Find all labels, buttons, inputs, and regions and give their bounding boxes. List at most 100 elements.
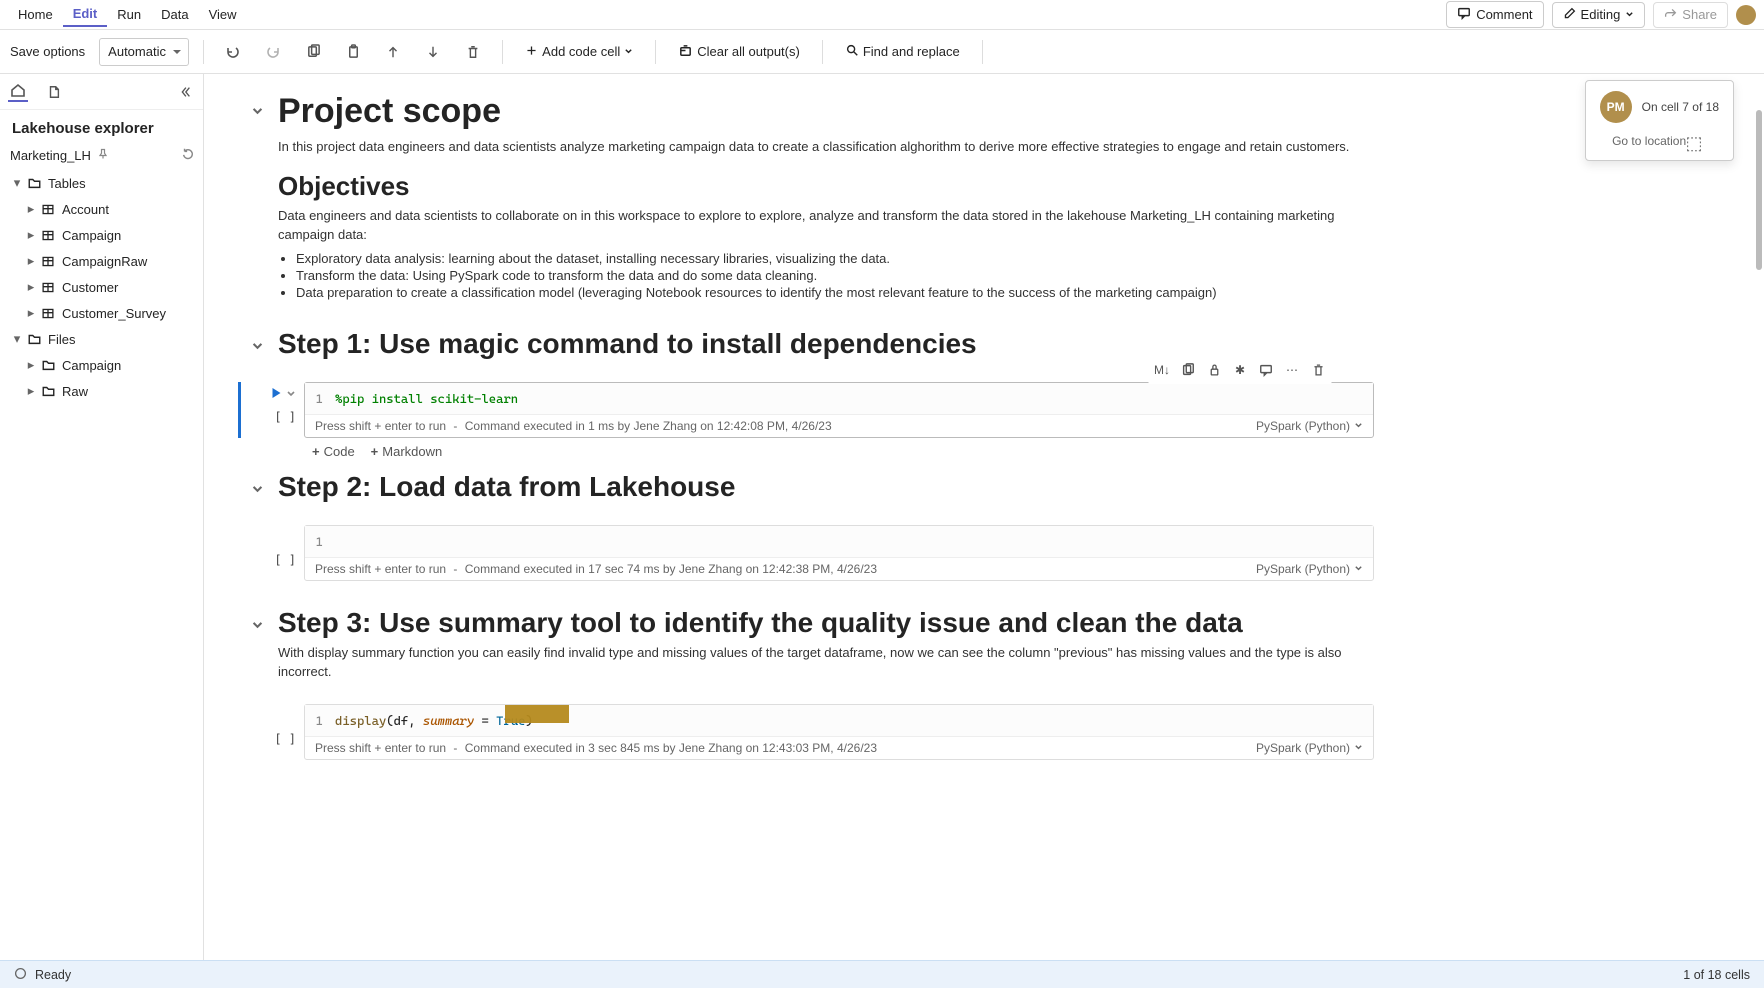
cell-hint: Press shift + enter to run	[315, 419, 446, 433]
lakehouse-tab-icon[interactable]	[8, 82, 28, 102]
go-to-location-link[interactable]: Go to location ⬚	[1612, 129, 1706, 150]
menu-home[interactable]: Home	[8, 3, 63, 26]
pin-icon[interactable]	[97, 148, 109, 163]
cell-copy-button[interactable]	[1176, 358, 1200, 382]
line-number: 1	[315, 391, 335, 406]
cell-language-label: PySpark (Python)	[1256, 419, 1350, 433]
collaborator-avatar[interactable]: PM	[1600, 91, 1632, 123]
code-text[interactable]: %pip install scikit-learn	[335, 391, 518, 406]
list-item: Transform the data: Using PySpark code t…	[296, 268, 1374, 283]
paste-button[interactable]	[338, 37, 368, 67]
list: Exploratory data analysis: learning abou…	[296, 251, 1374, 300]
comment-button[interactable]: Comment	[1446, 1, 1543, 28]
heading: Step 3: Use summary tool to identify the…	[278, 607, 1374, 639]
table-name: Customer_Survey	[62, 306, 166, 321]
cell-snowflake-button[interactable]: ✱	[1228, 358, 1252, 382]
tree-node-table[interactable]: ▸ Campaign	[0, 222, 203, 248]
pencil-icon	[1563, 7, 1576, 23]
table-icon	[40, 305, 56, 321]
menu-edit[interactable]: Edit	[63, 2, 108, 27]
table-icon	[40, 201, 56, 217]
code-text[interactable]: display(df, summary = True)	[335, 713, 533, 728]
list-item: Exploratory data analysis: learning abou…	[296, 251, 1374, 266]
delete-button[interactable]	[458, 37, 488, 67]
notebook-scroll[interactable]: PM On cell 7 of 18 Go to location ⬚ Proj…	[204, 74, 1764, 960]
cell-language-dropdown[interactable]: PySpark (Python)	[1256, 741, 1363, 755]
sidebar: Lakehouse explorer Marketing_LH ▾ Tables…	[0, 74, 204, 960]
clear-outputs-button[interactable]: Clear all output(s)	[670, 39, 808, 65]
copy-button[interactable]	[298, 37, 328, 67]
cell-exec-info: Command executed in 1 ms by Jene Zhang o…	[465, 419, 832, 433]
code-body[interactable]: 1 display(df, summary = True) Press shif…	[304, 704, 1374, 760]
cell-comment-button[interactable]	[1254, 358, 1278, 382]
file-tab-icon[interactable]	[44, 82, 64, 102]
table-icon	[40, 279, 56, 295]
cell-language-dropdown[interactable]: PySpark (Python)	[1256, 562, 1363, 576]
plus-icon	[525, 44, 538, 60]
lakehouse-name-row[interactable]: Marketing_LH	[0, 143, 203, 168]
run-cell-button[interactable]	[271, 387, 282, 402]
editing-dropdown[interactable]: Editing	[1552, 2, 1646, 28]
save-options-dropdown[interactable]: Automatic	[99, 38, 189, 66]
toolbar-divider	[203, 40, 204, 64]
editing-label: Editing	[1581, 7, 1621, 22]
line-number: 1	[315, 713, 335, 728]
markdown-cell[interactable]: Project scope In this project data engin…	[278, 92, 1374, 302]
toolbar-divider	[655, 40, 656, 64]
cell-language-dropdown[interactable]: PySpark (Python)	[1256, 419, 1363, 433]
code-cell[interactable]: M↓ ✱ ⋯ [ ]	[244, 382, 1374, 438]
chevron-down-icon[interactable]	[286, 387, 296, 402]
move-down-button[interactable]	[418, 37, 448, 67]
cell-lock-button[interactable]	[1202, 358, 1226, 382]
tree-node-file-folder[interactable]: ▸ Raw	[0, 378, 203, 404]
cell-convert-markdown-button[interactable]: M↓	[1150, 358, 1174, 382]
code-body[interactable]: 1 %pip install scikit-learn Press shift …	[304, 382, 1374, 438]
tree-node-files[interactable]: ▾ Files	[0, 326, 203, 352]
collapse-section-icon[interactable]	[244, 334, 270, 360]
add-code-cell-dropdown[interactable]: Add code cell	[517, 40, 641, 64]
avatar[interactable]	[1736, 5, 1756, 25]
add-code-cell-label: Add code cell	[542, 44, 620, 59]
share-button[interactable]: Share	[1653, 2, 1728, 28]
tree-node-tables[interactable]: ▾ Tables	[0, 170, 203, 196]
chevron-right-icon: ▸	[24, 227, 38, 243]
cell-execution-indicator: [ ]	[274, 410, 296, 424]
collapse-section-icon[interactable]	[244, 477, 270, 503]
code-body[interactable]: 1 Press shift + enter to run - Command e…	[304, 525, 1374, 581]
tree-node-table[interactable]: ▸ Customer	[0, 274, 203, 300]
tree-node-file-folder[interactable]: ▸ Campaign	[0, 352, 203, 378]
share-icon	[1664, 7, 1677, 23]
cell-more-button[interactable]: ⋯	[1280, 358, 1304, 382]
table-icon	[40, 227, 56, 243]
add-markdown-button[interactable]: +Markdown	[371, 444, 443, 459]
cell-language-label: PySpark (Python)	[1256, 562, 1350, 576]
tree-node-table[interactable]: ▸ CampaignRaw	[0, 248, 203, 274]
code-cell[interactable]: [ ] 1 display(df, summary = True) Press …	[244, 704, 1374, 760]
cell-count: 1 of 18 cells	[1683, 968, 1750, 982]
app-menubar: Home Edit Run Data View Comment Editing …	[0, 0, 1764, 30]
collapse-sidebar-icon[interactable]	[175, 82, 195, 102]
find-replace-button[interactable]: Find and replace	[837, 39, 968, 64]
move-up-button[interactable]	[378, 37, 408, 67]
scrollbar-thumb[interactable]	[1756, 110, 1762, 270]
menu-data[interactable]: Data	[151, 3, 198, 26]
go-to-location-label: Go to location	[1612, 134, 1686, 148]
code-cell[interactable]: [ ] 1 Press shift + enter to run - Comma…	[244, 525, 1374, 581]
tree-node-table[interactable]: ▸ Account	[0, 196, 203, 222]
refresh-icon[interactable]	[181, 147, 195, 164]
add-code-button[interactable]: +Code	[312, 444, 355, 459]
table-icon	[40, 253, 56, 269]
menu-run[interactable]: Run	[107, 3, 151, 26]
toolbar-divider	[982, 40, 983, 64]
menu-view[interactable]: View	[199, 3, 247, 26]
cell-delete-button[interactable]	[1306, 358, 1330, 382]
undo-button[interactable]	[218, 37, 248, 67]
paragraph: In this project data engineers and data …	[278, 137, 1374, 157]
tree-node-table[interactable]: ▸ Customer_Survey	[0, 300, 203, 326]
statusbar: Ready 1 of 18 cells	[0, 960, 1764, 988]
collapse-section-icon[interactable]	[244, 98, 270, 124]
clear-icon	[678, 43, 693, 61]
list-item: Data preparation to create a classificat…	[296, 285, 1374, 300]
collapse-section-icon[interactable]	[244, 613, 270, 639]
redo-button[interactable]	[258, 37, 288, 67]
